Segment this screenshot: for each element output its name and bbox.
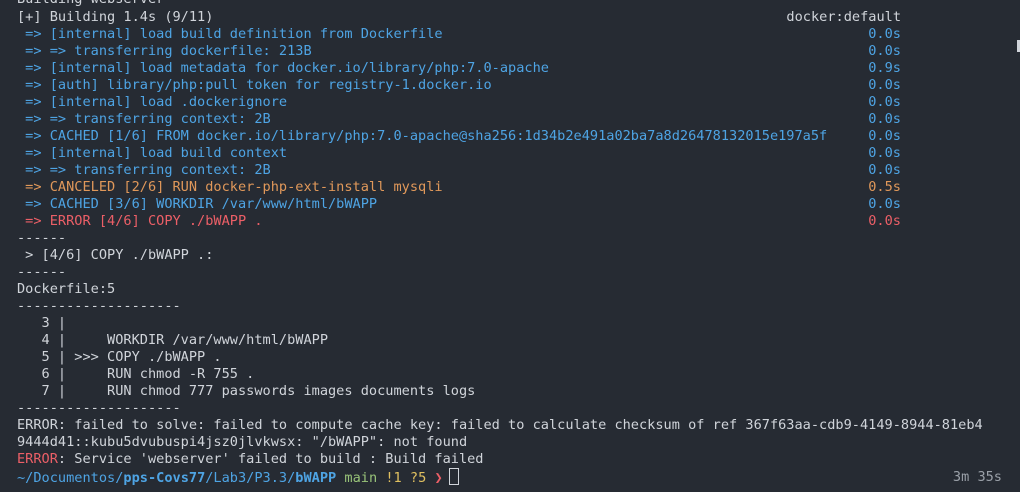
separator: ------ — [17, 230, 67, 246]
dockerfile-reference: Dockerfile:5 — [17, 281, 116, 297]
step-time: 0.0s — [868, 43, 901, 59]
partial-building-line: Building webserver — [17, 0, 164, 8]
build-step: => CACHED [3/6] WORKDIR /var/www/html/bW… — [17, 196, 378, 212]
build-step: => [internal] load metadata for docker.i… — [17, 60, 549, 76]
step-time: 0.5s — [868, 179, 901, 195]
step-time: 0.0s — [868, 77, 901, 93]
git-status: !1 ?5 — [385, 470, 427, 486]
separator: ------ — [17, 264, 67, 280]
step-time: 0.0s — [868, 196, 901, 212]
command-duration: 3m 35s — [952, 469, 1002, 485]
build-step: => CACHED [1/6] FROM docker.io/library/p… — [17, 128, 828, 144]
step-time: 0.0s — [868, 145, 901, 161]
cwd-middle: /Lab3/P3.3/ — [205, 470, 296, 486]
cwd-prefix: ~/Documentos/ — [17, 470, 124, 486]
source-line: 3 | — [17, 315, 67, 331]
build-step: => [internal] load .dockerignore — [17, 94, 288, 110]
build-step: => => transferring context: 2B — [17, 111, 271, 127]
step-time: 0.0s — [868, 213, 901, 229]
source-line: 6 | RUN chmod -R 755 . — [17, 366, 255, 382]
error-label: ERROR — [17, 451, 58, 467]
shell-prompt[interactable]: ~/Documentos/pps-Covs77/Lab3/P3.3/bWAPP … — [17, 468, 459, 486]
step-time: 0.0s — [868, 162, 901, 178]
build-step: => [auth] library/php:pull token for reg… — [17, 77, 492, 93]
terminal-window[interactable]: Building webserver [+] Building 1.4s (9/… — [0, 0, 1020, 492]
service-error-text: : Service 'webserver' failed to build : … — [57, 451, 484, 467]
cwd-current: bWAPP — [295, 470, 337, 486]
build-step: => [internal] load build definition from… — [17, 26, 443, 42]
source-line-highlighted: 5 | >>> COPY ./bWAPP . — [17, 349, 222, 365]
step-time: 0.9s — [868, 60, 901, 76]
separator: -------------------- — [17, 298, 181, 314]
step-time: 0.0s — [868, 128, 901, 144]
error-message-cont: 9444d41::kubu5dvubuspi4jsz0jlvkwsx: "/bW… — [17, 434, 468, 450]
build-step: => => transferring dockerfile: 213B — [17, 43, 312, 59]
prompt-arrow-icon: ❯ — [434, 470, 443, 486]
error-message: ERROR: failed to solve: failed to comput… — [17, 417, 983, 433]
step-time: 0.0s — [868, 26, 901, 42]
source-line: 7 | RUN chmod 777 passwords images docum… — [17, 383, 476, 399]
git-branch: main — [344, 470, 378, 486]
step-time: 0.0s — [868, 94, 901, 110]
builder-name: docker:default — [786, 9, 901, 25]
service-error-line: ERROR: Service 'webserver' failed to bui… — [17, 451, 484, 468]
copy-step-header: > [4/6] COPY ./bWAPP .: — [17, 247, 214, 263]
build-step: => [internal] load build context — [17, 145, 288, 161]
build-step-error: => ERROR [4/6] COPY ./bWAPP . — [17, 213, 263, 229]
build-step-canceled: => CANCELED [2/6] RUN docker-php-ext-ins… — [17, 179, 443, 195]
cwd-project: pps-Covs77 — [123, 470, 206, 486]
separator: -------------------- — [17, 400, 181, 416]
step-time: 0.0s — [868, 111, 901, 127]
build-status: [+] Building 1.4s (9/11) — [17, 9, 214, 25]
source-line: 4 | WORKDIR /var/www/html/bWAPP — [17, 332, 328, 348]
build-step: => => transferring context: 2B — [17, 162, 271, 178]
text-cursor[interactable] — [448, 468, 459, 485]
